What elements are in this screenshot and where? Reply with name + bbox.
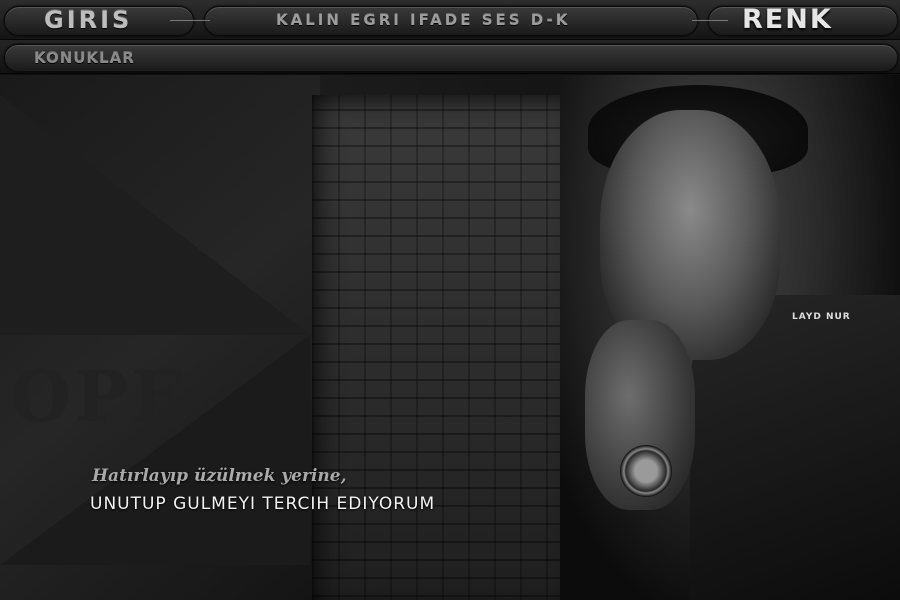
decorative-triangle (0, 95, 310, 335)
nav-giris-label[interactable]: GIRIS (44, 6, 132, 34)
quote-line-2: UNUTUP GULMEYI TERCIH EDIYORUM (90, 494, 436, 514)
divider-line (692, 20, 728, 21)
main-banner: OPE (0, 75, 900, 600)
watch-image (620, 445, 672, 497)
nav-konuklar-link[interactable]: KONUKLAR (34, 49, 135, 67)
nav-menu-label[interactable]: KALIN EGRI IFADE SES D-K (276, 11, 570, 29)
nav-renk-label[interactable]: RENK (742, 4, 833, 35)
watermark-logo: LAYD NUR (792, 312, 851, 322)
stone-wall-panel (312, 95, 582, 600)
konuklar-bar (4, 44, 898, 72)
background-ghost-text: OPE (10, 355, 189, 438)
divider-line (170, 20, 210, 21)
quote-line-1: Hatırlayıp üzülmek yerine, (92, 466, 347, 486)
